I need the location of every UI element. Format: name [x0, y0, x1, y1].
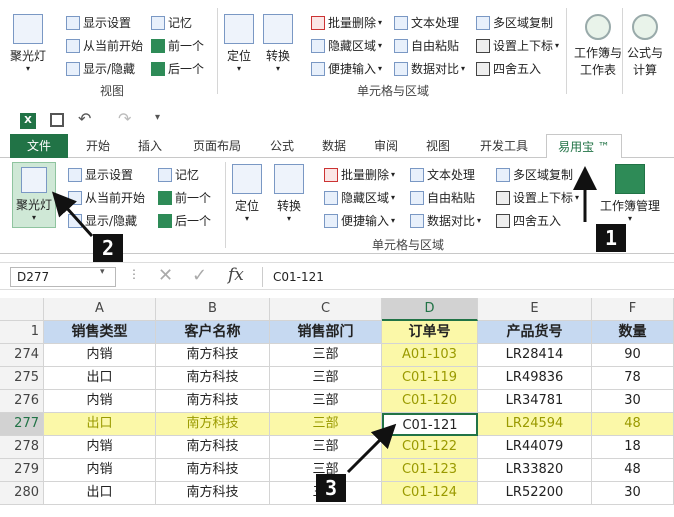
- arrow-2: [51, 191, 94, 238]
- callout-badge-1: 1: [596, 224, 626, 252]
- arrow-3: [346, 423, 397, 474]
- callout-badge-3: 3: [316, 474, 346, 502]
- callout-badge-2: 2: [93, 234, 123, 262]
